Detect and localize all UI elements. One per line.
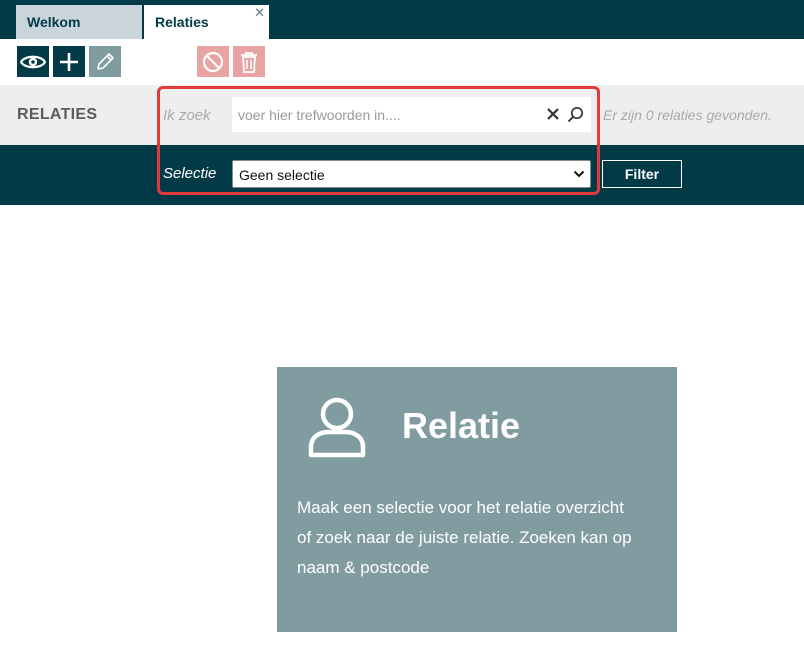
plus-icon [60,52,78,71]
highlight-box [157,86,600,195]
block-icon [202,51,224,72]
page-title: RELATIES [17,106,98,123]
add-button[interactable] [53,46,85,77]
tab-welkom-label: Welkom [27,14,81,30]
edit-button[interactable] [89,46,121,77]
tab-relaties[interactable]: Relaties ✕ [144,5,269,39]
delete-button[interactable] [233,46,265,77]
eye-icon [20,55,46,68]
block-button[interactable] [197,46,229,77]
toolbar [0,39,804,85]
tab-bar: Welkom Relaties ✕ [0,0,804,39]
filter-button[interactable]: Filter [602,160,682,188]
card-text: Maak een selectie voor het relatie overz… [297,498,632,577]
info-card: Relatie Maak een selectie voor het relat… [277,367,677,632]
trash-icon [241,51,257,73]
card-title: Relatie [402,405,521,446]
view-button[interactable] [17,46,49,77]
pencil-icon [97,52,114,70]
tab-welkom[interactable]: Welkom [16,5,142,39]
user-icon [308,397,366,458]
close-icon[interactable]: ✕ [254,5,265,21]
tab-relaties-label: Relaties [155,14,209,30]
result-count: Er zijn 0 relaties gevonden. [603,107,772,123]
